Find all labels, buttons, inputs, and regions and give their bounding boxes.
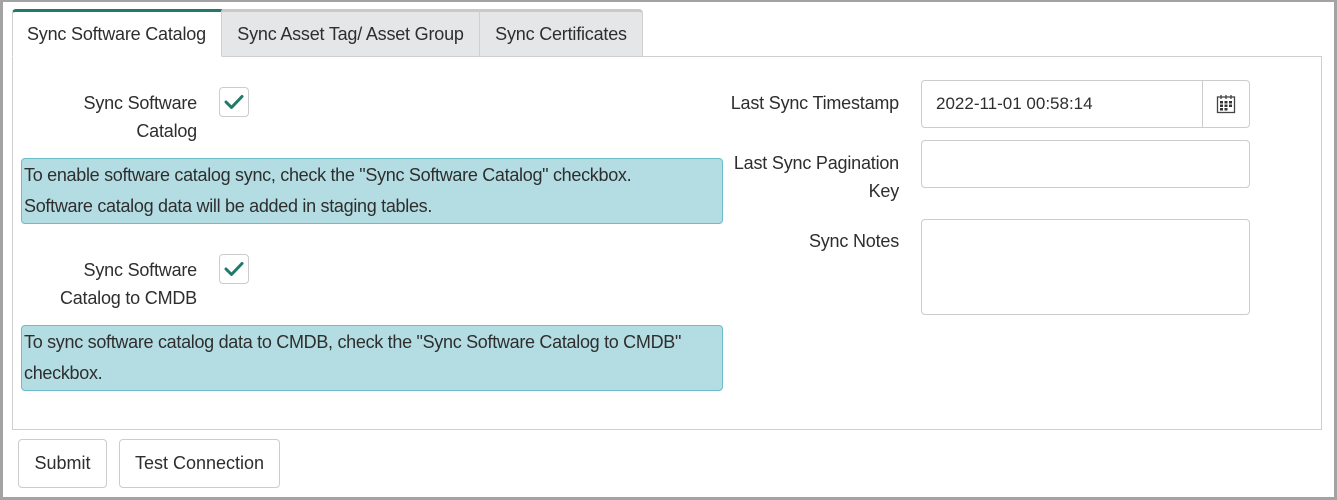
sync-software-catalog-label: Sync Software Catalog <box>40 89 198 145</box>
submit-button[interactable]: Submit <box>18 439 107 488</box>
calendar-icon <box>1216 95 1236 114</box>
last-sync-pagination-key-label: Last Sync Pagination Key <box>700 149 899 205</box>
info-line: Software catalog data will be added in s… <box>24 196 433 216</box>
sync-notes-label: Sync Notes <box>808 231 899 251</box>
sync-software-catalog-to-cmdb-checkbox[interactable] <box>219 254 249 284</box>
info-line: To enable software catalog sync, check t… <box>24 165 632 185</box>
sync-software-catalog-to-cmdb-label: Sync Software Catalog to CMDB <box>40 256 197 312</box>
last-sync-timestamp-label: Last Sync Timestamp <box>730 93 899 113</box>
label-line: Last Sync Pagination <box>733 153 899 173</box>
calendar-button[interactable] <box>1202 81 1249 127</box>
tab-sync-certificates[interactable]: Sync Certificates <box>480 9 643 57</box>
label-line: Key <box>868 181 900 201</box>
last-sync-timestamp-field <box>921 80 1250 128</box>
label-line: Sync Software <box>83 93 198 113</box>
tab-sync-software-catalog[interactable]: Sync Software Catalog <box>12 9 222 57</box>
checkmark-icon <box>224 95 244 109</box>
sync-software-catalog-checkbox[interactable] <box>219 87 249 117</box>
info-line: To sync software catalog data to CMDB, c… <box>24 332 682 352</box>
info-line: checkbox. <box>24 363 103 383</box>
last-sync-pagination-key-input[interactable] <box>921 140 1250 188</box>
test-connection-button[interactable]: Test Connection <box>119 439 280 488</box>
label-line: Catalog to CMDB <box>59 288 197 308</box>
sync-notes-textarea[interactable] <box>921 219 1250 315</box>
label-line: Sync Software <box>83 260 198 280</box>
sync-software-catalog-to-cmdb-info: To sync software catalog data to CMDB, c… <box>21 325 723 391</box>
checkmark-icon <box>224 262 244 276</box>
tab-sync-asset-tag-asset-group[interactable]: Sync Asset Tag/ Asset Group <box>222 9 480 57</box>
last-sync-timestamp-input[interactable] <box>922 81 1202 127</box>
label-line: Catalog <box>136 121 197 141</box>
tab-bar: Sync Software Catalog Sync Asset Tag/ As… <box>12 9 643 57</box>
sync-software-catalog-info: To enable software catalog sync, check t… <box>21 158 723 224</box>
